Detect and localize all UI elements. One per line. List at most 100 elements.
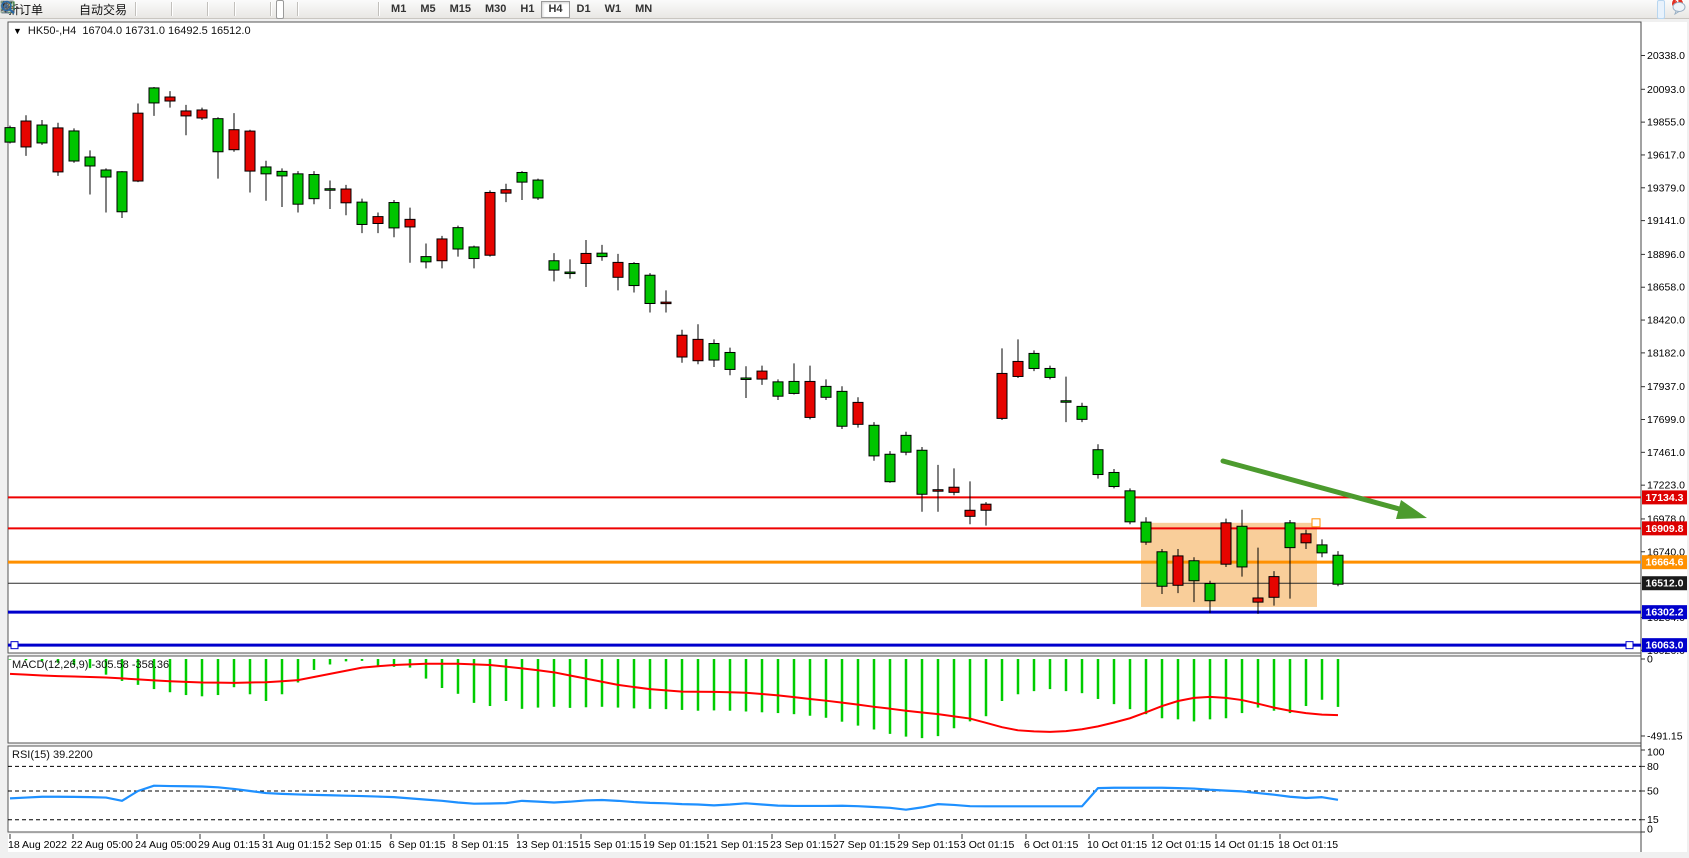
price-tick-label: 18658.0 bbox=[1647, 282, 1685, 294]
candle-body bbox=[1189, 561, 1199, 581]
timeframe-h4-button[interactable]: H4 bbox=[541, 1, 569, 18]
candle-body bbox=[629, 264, 639, 286]
price-axis-column bbox=[1641, 22, 1687, 852]
arrows-tool[interactable] bbox=[366, 0, 374, 19]
time-tick-label: 3 Oct 01:15 bbox=[960, 839, 1014, 851]
candle-body bbox=[117, 172, 127, 212]
text-tool[interactable]: A bbox=[348, 0, 356, 19]
candle-body bbox=[453, 228, 463, 249]
candle-body bbox=[5, 128, 15, 142]
horizontal-line-tool[interactable] bbox=[312, 0, 320, 19]
candle-body bbox=[1221, 523, 1231, 564]
auto-scroll-button[interactable] bbox=[213, 0, 221, 19]
candle-body bbox=[1125, 491, 1135, 522]
rsi-axis-label: 0 bbox=[1647, 824, 1653, 836]
zoom-out-button[interactable] bbox=[186, 0, 194, 19]
price-tick-label: 19855.0 bbox=[1647, 117, 1685, 129]
time-tick-label: 31 Aug 01:15 bbox=[262, 839, 324, 851]
search-button[interactable] bbox=[1657, 0, 1665, 19]
one-click-trading-toggle[interactable]: ▼ bbox=[13, 26, 22, 36]
candle-body bbox=[533, 180, 543, 198]
separator bbox=[207, 2, 209, 16]
price-tick-label: 18420.0 bbox=[1647, 315, 1685, 327]
vertical-line-tool[interactable] bbox=[303, 0, 311, 19]
candle-body bbox=[149, 88, 159, 103]
candle-body bbox=[1205, 584, 1215, 601]
timeframe-m30-button[interactable]: M30 bbox=[478, 1, 513, 18]
market-watch-button[interactable] bbox=[48, 0, 56, 19]
period-button[interactable] bbox=[249, 0, 257, 19]
candle-body bbox=[677, 335, 687, 357]
zoom-in-button[interactable] bbox=[177, 0, 185, 19]
candle-body bbox=[485, 192, 495, 255]
bar-chart-mode-button[interactable] bbox=[141, 0, 149, 19]
rsi-pane bbox=[8, 746, 1641, 832]
level-label-text: 16302.2 bbox=[1646, 607, 1684, 619]
candle-body bbox=[197, 110, 207, 118]
time-tick-label: 29 Sep 01:15 bbox=[897, 839, 960, 851]
candle-body bbox=[853, 402, 863, 424]
candle-body bbox=[821, 386, 831, 397]
candle-body bbox=[773, 382, 783, 396]
candle-body bbox=[1029, 353, 1039, 368]
price-tick-label: 17699.0 bbox=[1647, 414, 1685, 426]
chart-shift-button[interactable] bbox=[222, 0, 230, 19]
time-tick-label: 18 Aug 2022 bbox=[8, 839, 67, 851]
candle-body bbox=[21, 121, 31, 147]
candle-chart-mode-button[interactable] bbox=[150, 0, 158, 19]
candle-body bbox=[1061, 401, 1071, 403]
toolbar: 新订单 自动交易 bbox=[0, 0, 1689, 19]
auto-trading-button[interactable]: 自动交易 bbox=[75, 0, 131, 19]
time-tick-label: 14 Oct 01:15 bbox=[1214, 839, 1274, 851]
candle-body bbox=[1285, 523, 1295, 548]
price-tick-label: 18182.0 bbox=[1647, 347, 1685, 359]
zone-box-handle[interactable] bbox=[1312, 519, 1320, 527]
toolbar-right: 1 bbox=[1657, 0, 1689, 19]
line-handle-left[interactable] bbox=[11, 642, 18, 649]
new-chart-button[interactable] bbox=[240, 0, 248, 19]
timeframe-d1-button[interactable]: D1 bbox=[570, 1, 598, 18]
line-chart-mode-button[interactable] bbox=[159, 0, 167, 19]
text-label-tool[interactable]: T bbox=[357, 0, 365, 19]
search-icon bbox=[0, 0, 16, 15]
fibonacci-tool[interactable]: F bbox=[339, 0, 347, 19]
high-value: 16731.0 bbox=[125, 25, 165, 37]
candle-body bbox=[1045, 368, 1055, 377]
time-tick-label: 12 Oct 01:15 bbox=[1151, 839, 1211, 851]
cursor-tool-button[interactable] bbox=[276, 0, 284, 19]
price-pane bbox=[8, 22, 1641, 653]
timeframe-h1-button[interactable]: H1 bbox=[513, 1, 541, 18]
data-window-button[interactable] bbox=[57, 0, 65, 19]
notifications-button[interactable]: 1 bbox=[1671, 0, 1679, 19]
crosshair-tool-button[interactable] bbox=[285, 0, 293, 19]
indicators-button[interactable] bbox=[258, 0, 266, 19]
timeframe-m15-button[interactable]: M15 bbox=[443, 1, 478, 18]
trendline-tool[interactable] bbox=[321, 0, 329, 19]
candle-body bbox=[901, 435, 911, 452]
candle-body bbox=[421, 257, 431, 262]
candle-body bbox=[693, 339, 703, 360]
candle-body bbox=[1333, 555, 1343, 584]
candle-body bbox=[885, 454, 895, 481]
separator bbox=[270, 2, 272, 16]
macd-signal-value: -358.36 bbox=[132, 659, 169, 671]
macd-indicator-label: MACD(12,26,9) -305.58 -358.36 bbox=[12, 659, 169, 671]
candle-body bbox=[309, 175, 319, 199]
chart-canvas[interactable]: 20338.020093.019855.019617.019379.019141… bbox=[0, 0, 1689, 858]
time-tick-label: 6 Oct 01:15 bbox=[1024, 839, 1078, 851]
tile-windows-button[interactable] bbox=[195, 0, 203, 19]
timeframe-w1-button[interactable]: W1 bbox=[598, 1, 629, 18]
candle-body bbox=[1301, 534, 1311, 543]
timeframe-mn-button[interactable]: MN bbox=[628, 1, 659, 18]
equidistant-channel-tool[interactable]: E bbox=[330, 0, 338, 19]
separator bbox=[171, 2, 173, 16]
price-tick-label: 19617.0 bbox=[1647, 149, 1685, 161]
strategy-tester-button[interactable] bbox=[66, 0, 74, 19]
price-tick-label: 20338.0 bbox=[1647, 50, 1685, 62]
line-handle-right[interactable] bbox=[1626, 642, 1633, 649]
candle-body bbox=[549, 261, 559, 270]
timeframe-m5-button[interactable]: M5 bbox=[413, 1, 442, 18]
timeframe-m1-button[interactable]: M1 bbox=[384, 1, 413, 18]
candle-body bbox=[69, 131, 79, 161]
candle-body bbox=[581, 253, 591, 263]
